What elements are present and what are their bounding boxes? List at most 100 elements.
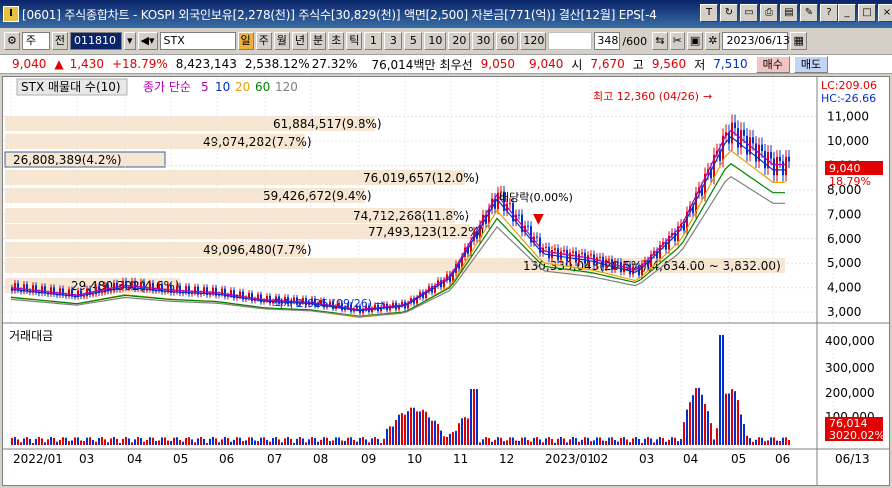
volume-value: 8,423,143 bbox=[175, 57, 237, 71]
calendar-icon[interactable]: ▦ bbox=[790, 32, 807, 50]
pen-icon[interactable]: ✎ bbox=[800, 4, 818, 22]
volume-bar bbox=[506, 440, 508, 445]
volume-bar bbox=[479, 442, 481, 445]
volume-bar bbox=[173, 437, 175, 445]
volume-bar bbox=[236, 437, 238, 445]
tool-icon[interactable]: ✂ bbox=[669, 32, 685, 50]
close-button[interactable]: × bbox=[878, 4, 892, 22]
volume-bar bbox=[746, 435, 748, 445]
window-icon[interactable]: ▭ bbox=[740, 4, 758, 22]
maximize-button[interactable]: □ bbox=[858, 4, 876, 22]
candle-body bbox=[572, 251, 574, 253]
interval-minute[interactable]: 분 bbox=[310, 32, 327, 50]
chart-area[interactable]: 61,884,517(9.8%) 49,074,282(7.7%) 26,808,3… bbox=[2, 76, 890, 486]
tick-30[interactable]: 30 bbox=[472, 32, 495, 50]
sell-button[interactable]: 매도 bbox=[793, 55, 829, 73]
interval-second[interactable]: 초 bbox=[328, 32, 345, 50]
interval-day[interactable]: 일 bbox=[237, 32, 254, 50]
volume-bar bbox=[44, 442, 46, 445]
volume-bar bbox=[23, 438, 25, 445]
refresh-icon[interactable]: ↻ bbox=[720, 4, 738, 22]
volume-bar bbox=[611, 437, 613, 445]
tick-5[interactable]: 5 bbox=[404, 32, 423, 50]
volume-bar bbox=[35, 438, 37, 445]
interval-week[interactable]: 주 bbox=[255, 32, 272, 50]
prev-button[interactable]: 전 bbox=[51, 32, 68, 50]
custom-tick-input[interactable] bbox=[548, 32, 593, 50]
stock-name-field[interactable]: STX bbox=[159, 32, 236, 50]
minimize-button[interactable]: _ bbox=[838, 4, 856, 22]
low-arrow-icon: → bbox=[375, 297, 384, 310]
candle-body bbox=[596, 257, 598, 266]
volume-bar bbox=[164, 437, 166, 445]
volume-bar bbox=[128, 438, 130, 445]
app-icon: I bbox=[3, 6, 19, 22]
volume-bar bbox=[107, 442, 109, 445]
stock-code-input[interactable]: 011810 bbox=[70, 32, 122, 50]
arrows-icon[interactable]: ⇆ bbox=[652, 32, 668, 50]
candle-body bbox=[35, 285, 37, 293]
volume-bar bbox=[137, 437, 139, 445]
lock-icon[interactable]: ▤ bbox=[780, 4, 798, 22]
date-input[interactable]: 2023/06/13 bbox=[722, 32, 790, 50]
volume-bar bbox=[590, 441, 592, 445]
volume-bar bbox=[14, 437, 16, 445]
tick-60[interactable]: 60 bbox=[496, 32, 519, 50]
range-count[interactable]: 348 bbox=[594, 32, 621, 50]
volume-bar bbox=[224, 437, 226, 445]
price-legend-label: STX 매물대 수(10) bbox=[21, 80, 121, 94]
save-icon[interactable]: ▣ bbox=[686, 32, 704, 50]
volume-bar bbox=[167, 440, 169, 445]
link-icon[interactable]: T bbox=[700, 4, 718, 22]
time-tick: 09 bbox=[361, 452, 376, 466]
tick-1[interactable]: 1 bbox=[364, 32, 383, 50]
print-icon[interactable]: ⎙ bbox=[760, 4, 778, 22]
volume-bar bbox=[374, 437, 376, 445]
tick-120[interactable]: 120 bbox=[520, 32, 547, 50]
volume-bar bbox=[548, 437, 550, 445]
volume-bar bbox=[464, 417, 466, 445]
last-price-label: 9,040 bbox=[829, 162, 861, 175]
tick-20[interactable]: 20 bbox=[448, 32, 471, 50]
candle-body bbox=[746, 135, 748, 155]
volume-bar bbox=[689, 402, 691, 445]
search-icon[interactable]: ▾ bbox=[124, 32, 136, 50]
volume-bar bbox=[659, 437, 661, 445]
volume-bar bbox=[524, 437, 526, 445]
volume-bar bbox=[311, 437, 313, 445]
volume-bar bbox=[755, 439, 757, 445]
volume-bar bbox=[428, 417, 430, 445]
volume-bar bbox=[737, 400, 739, 445]
interval-tick[interactable]: 틱 bbox=[346, 32, 363, 50]
speaker-icon[interactable]: ◀▾ bbox=[137, 32, 158, 50]
help-icon[interactable]: ? bbox=[820, 4, 838, 22]
tick-10[interactable]: 10 bbox=[424, 32, 447, 50]
buy-button[interactable]: 매수 bbox=[755, 55, 790, 73]
candle-body bbox=[83, 296, 85, 298]
volume-profile-label: 26,808,389(4.2%) bbox=[13, 153, 122, 167]
volume-profile-label: 61,884,517(9.8%) bbox=[273, 117, 382, 131]
volume-bar bbox=[251, 437, 253, 445]
interval-month[interactable]: 월 bbox=[273, 32, 290, 50]
volume-bar bbox=[371, 438, 373, 445]
volume-bar bbox=[515, 440, 517, 445]
settings-icon[interactable]: ⚙ bbox=[4, 32, 20, 50]
gear-icon[interactable]: ✲ bbox=[705, 32, 721, 50]
interval-year[interactable]: 년 bbox=[291, 32, 309, 50]
high-label: 고 bbox=[632, 57, 644, 72]
ma-20: 20 bbox=[235, 80, 250, 94]
volume-bar bbox=[254, 440, 256, 445]
best-bid-label: 최우선 bbox=[439, 57, 473, 72]
tick-3[interactable]: 3 bbox=[384, 32, 403, 50]
stock-chart[interactable]: 61,884,517(9.8%) 49,074,282(7.7%) 26,808,3… bbox=[3, 77, 889, 485]
period-select[interactable]: 주 bbox=[21, 32, 50, 50]
volume-bar bbox=[692, 395, 694, 445]
dividend-note: 배당락(0.00%) bbox=[499, 191, 573, 204]
time-tick: 03 bbox=[639, 452, 654, 466]
volume-bar bbox=[398, 414, 400, 445]
volume-bar bbox=[455, 430, 457, 445]
volume-bar bbox=[482, 439, 484, 445]
volume-bar bbox=[752, 441, 754, 445]
volume-bar bbox=[314, 438, 316, 445]
volume-bar bbox=[671, 437, 673, 445]
